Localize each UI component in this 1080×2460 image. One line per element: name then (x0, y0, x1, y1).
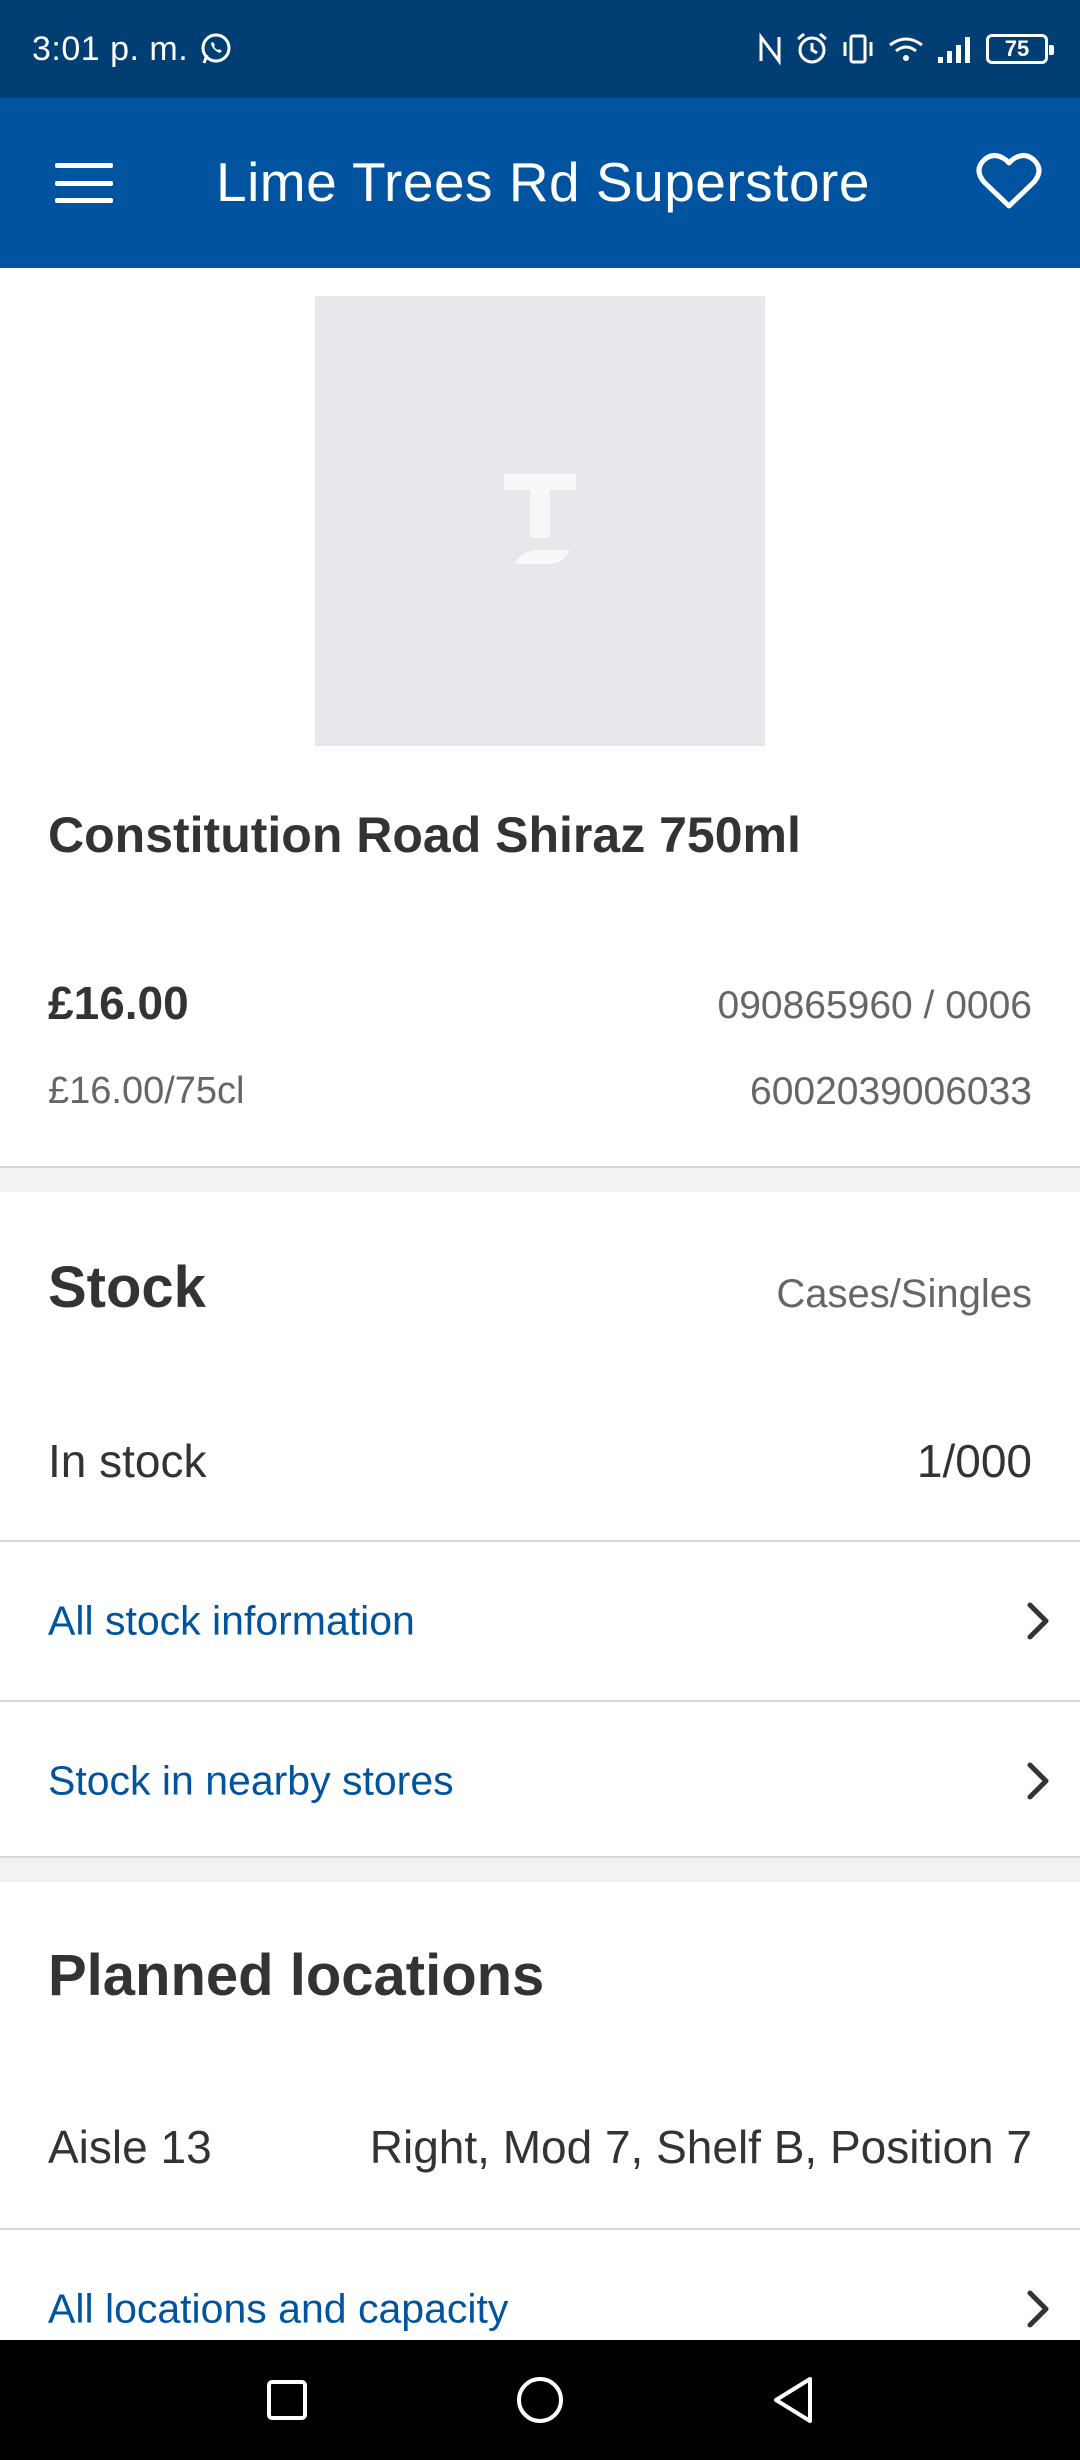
product-name: Constitution Road Shiraz 750ml (48, 807, 801, 863)
locations-section-title: Planned locations (48, 1943, 545, 2008)
store-title: Lime Trees Rd Superstore (216, 151, 870, 213)
back-icon (774, 2377, 813, 2423)
barcode-number: 6002039006033 (750, 1070, 1032, 1113)
app-bar: Lime Trees Rd Superstore (0, 98, 1080, 268)
tesco-logo-icon (504, 474, 576, 564)
favourite-button[interactable] (976, 152, 1042, 212)
in-stock-label: In stock (48, 1435, 207, 1487)
battery-icon: 75 (986, 34, 1054, 64)
section-separator (0, 1858, 1080, 1882)
status-bar: 3:01 p. m. 75 (0, 0, 1080, 98)
home-button[interactable] (510, 2370, 570, 2430)
aisle-label: Aisle 13 (48, 2121, 212, 2173)
nfc-icon (756, 31, 784, 67)
chevron-right-icon (1027, 1762, 1049, 1800)
link-label: Stock in nearby stores (48, 1757, 454, 1804)
product-price: £16.00 (48, 977, 189, 1029)
vibrate-icon (840, 31, 876, 67)
in-stock-value: 1/000 (916, 1435, 1032, 1487)
signal-icon (936, 31, 976, 67)
stock-units: Cases/Singles (776, 1272, 1032, 1316)
divider (0, 2228, 1080, 2230)
shelf-position: Right, Mod 7, Shelf B, Position 7 (369, 2121, 1032, 2173)
menu-icon (55, 163, 113, 203)
screen: 3:01 p. m. 75 Lime Trees Rd Superstore C… (0, 0, 1080, 2460)
stock-section-title: Stock (48, 1255, 206, 1320)
unit-price: £16.00/75cl (48, 1070, 245, 1112)
recent-apps-button[interactable] (257, 2370, 317, 2430)
link-label: All stock information (48, 1597, 415, 1644)
back-button[interactable] (763, 2370, 823, 2430)
product-code: 090865960 / 0006 (717, 984, 1032, 1027)
alarm-icon (794, 31, 830, 67)
recent-apps-icon (266, 2380, 307, 2420)
heart-icon (976, 153, 1042, 209)
home-icon (516, 2377, 563, 2423)
all-stock-information-link[interactable]: All stock information (0, 1542, 1080, 1700)
product-image-placeholder (315, 296, 765, 746)
stock-nearby-stores-link[interactable]: Stock in nearby stores (0, 1702, 1080, 1860)
status-time: 3:01 p. m. (32, 29, 189, 68)
link-label: All locations and capacity (48, 2285, 509, 2332)
menu-button[interactable] (0, 98, 170, 268)
system-nav-bar (0, 2340, 1080, 2460)
wifi-icon (886, 31, 926, 67)
section-separator (0, 1168, 1080, 1192)
whatsapp-icon (198, 31, 234, 67)
chevron-right-icon (1027, 1602, 1049, 1640)
chevron-right-icon (1027, 2290, 1049, 2328)
